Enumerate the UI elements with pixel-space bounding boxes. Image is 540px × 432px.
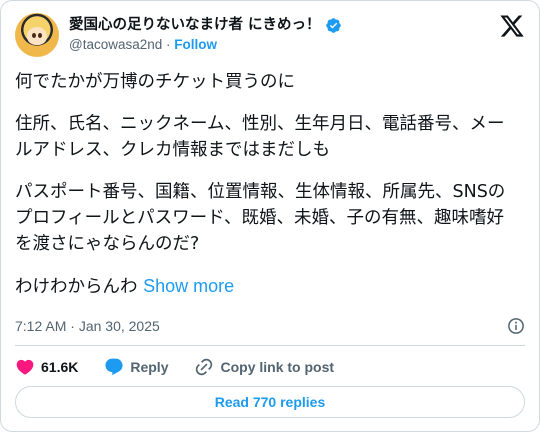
- like-button[interactable]: 61.6K: [15, 357, 78, 377]
- reply-label: Reply: [130, 359, 169, 375]
- show-more-link[interactable]: Show more: [143, 276, 234, 296]
- speech-bubble-icon: [105, 358, 123, 376]
- post-card: 愛国心の足りないなまけ者 にきめっ！ @tacowasa2nd · Follow…: [0, 0, 540, 432]
- read-replies-button[interactable]: Read 770 replies: [15, 386, 525, 418]
- info-icon[interactable]: [507, 317, 525, 335]
- avatar-face: [27, 27, 47, 45]
- author-names: 愛国心の足りないなまけ者 にきめっ！ @tacowasa2nd · Follow: [69, 15, 465, 55]
- heart-icon: [16, 359, 34, 375]
- post-text: 何でたかが万博のチケット買うのに 住所、氏名、ニックネーム、性別、生年月日、電話…: [15, 69, 520, 300]
- post-paragraph-4-text: わけわからんわ: [15, 277, 138, 297]
- post-paragraph-2: 住所、氏名、ニックネーム、性別、生年月日、電話番号、メールアドレス、クレカ情報ま…: [15, 114, 505, 160]
- avatar[interactable]: [15, 13, 59, 57]
- link-icon: [196, 358, 213, 376]
- divider: [15, 345, 525, 346]
- display-name[interactable]: 愛国心の足りないなまけ者 にきめっ！: [69, 15, 321, 35]
- copy-link-label: Copy link to post: [220, 359, 335, 375]
- verified-badge-icon: [325, 17, 341, 33]
- follow-button[interactable]: Follow: [174, 37, 217, 52]
- post-time[interactable]: 7:12 AM: [15, 318, 66, 334]
- read-replies-label: Read 770 replies: [214, 394, 326, 410]
- post-header: 愛国心の足りないなまけ者 にきめっ！ @tacowasa2nd · Follow: [15, 11, 525, 61]
- post-paragraph-3: パスポート番号、国籍、位置情報、生体情報、所属先、SNSのプロフィールとパスワー…: [15, 182, 506, 254]
- handle-separator: ·: [166, 37, 171, 52]
- post-paragraph-4: わけわからんわ Show more: [15, 273, 520, 300]
- reply-button[interactable]: Reply: [104, 357, 168, 377]
- post-meta: 7:12 AM · Jan 30, 2025: [15, 315, 525, 337]
- avatar-eye-right: [38, 33, 42, 38]
- post-paragraph-1: 何でたかが万博のチケット買うのに: [15, 72, 295, 92]
- like-count: 61.6K: [41, 359, 79, 375]
- display-name-row[interactable]: 愛国心の足りないなまけ者 にきめっ！: [69, 15, 465, 35]
- timestamp[interactable]: 7:12 AM · Jan 30, 2025: [15, 318, 160, 334]
- meta-separator: ·: [70, 318, 75, 334]
- post-date[interactable]: Jan 30, 2025: [79, 318, 160, 334]
- handle[interactable]: @tacowasa2nd: [69, 37, 162, 52]
- copy-link-button[interactable]: Copy link to post: [194, 357, 334, 377]
- handle-line: @tacowasa2nd · Follow: [69, 35, 465, 55]
- page: 愛国心の足りないなまけ者 にきめっ！ @tacowasa2nd · Follow…: [0, 0, 540, 432]
- x-logo-icon[interactable]: [499, 13, 525, 39]
- avatar-eye-left: [32, 33, 36, 38]
- action-bar: 61.6K Reply Copy link to post: [15, 353, 525, 381]
